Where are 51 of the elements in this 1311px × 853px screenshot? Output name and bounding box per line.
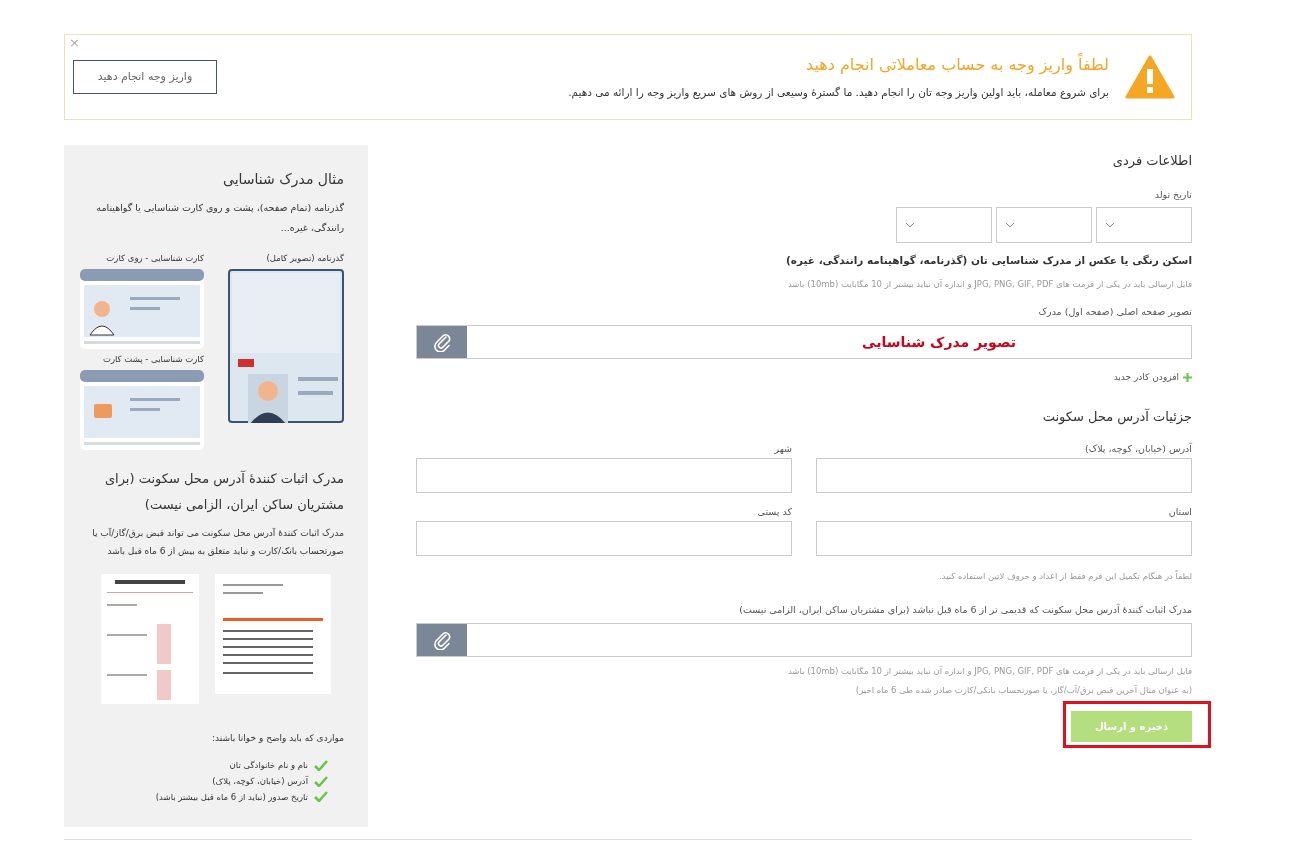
sidebar-text: مواردی که باید واضح و خوانا باشند: <box>211 731 344 745</box>
image-caption: کارت شناسایی - پشت کارت <box>101 352 204 366</box>
field-label: مدرک اثبات کنندۀ آدرس محل سکونت که قدیمی تر از 6 ماه قبل نباشد (برای مشتریان ساکن ایران، الزامی نیست) <box>738 602 1192 617</box>
file-upload-field[interactable]: تصویر مدرک شناسایی <box>416 325 1192 359</box>
chevron-down-icon <box>905 222 915 229</box>
field-label: کد پستی <box>756 505 792 519</box>
date-dropdown[interactable] <box>996 207 1092 244</box>
checklist-item: آدرس (خیابان، کوچه، پلاک) <box>212 774 308 788</box>
checkmark-icon <box>314 775 328 787</box>
sidebar-text: مدرک اثبات کنندۀ آدرس محل سکونت می تواند قبض برق/گاز/آب یا صورتحساب بانک/کارت و نباید متعلق به بیش از 6 ماه قبل باشد <box>91 526 344 558</box>
date-dropdown[interactable] <box>896 207 992 244</box>
hint-text: (به عنوان مثال آخرین قبض برق/آب/گاز، یا صورتحساب بانکی/کارت صادر شده طی 6 ماه اخیر) <box>854 683 1192 697</box>
file-upload-field[interactable] <box>416 623 1192 657</box>
text-input[interactable] <box>416 521 792 556</box>
sidebar-text: گذرنامه (تمام صفحه)، پشت و روی کارت شناسایی یا گواهینامه رانندگی، غیره... <box>95 201 344 235</box>
checkmark-icon <box>314 759 328 771</box>
attach-button[interactable] <box>417 326 467 358</box>
field-label: آدرس (خیابان، کوچه، پلاک) <box>1083 442 1192 456</box>
paperclip-icon <box>432 630 452 650</box>
chevron-down-icon <box>1105 222 1115 229</box>
text-input[interactable] <box>816 458 1192 493</box>
image-caption: کارت شناسایی - روی کارت <box>105 252 204 265</box>
date-dropdown[interactable] <box>1096 207 1192 244</box>
file-name-text: تصویر مدرک شناسایی <box>862 332 1016 353</box>
field-label: استان <box>1167 505 1192 519</box>
image-caption: گذرنامه (تصویر کامل) <box>265 252 344 265</box>
field-label: شهر <box>773 442 792 456</box>
section-heading: جزئیات آدرس محل سکونت <box>1041 407 1192 426</box>
add-field-link[interactable]: افزودن کادر جدید <box>1113 371 1179 385</box>
hint-text: لطفاً در هنگام تکمیل این فرم فقط از اعداد و حروف لاتین استفاده کنید. <box>938 570 1192 583</box>
text-input[interactable] <box>816 521 1192 556</box>
field-label: اسکن رنگی یا عکس از مدرک شناسایی تان (گذرنامه، گواهینامه رانندگی، غیره) <box>785 253 1192 269</box>
attach-button[interactable] <box>417 624 467 656</box>
field-label: تاریخ تولد <box>1153 188 1192 202</box>
chevron-down-icon <box>1005 222 1015 229</box>
deposit-button[interactable]: واریز وجه انجام دهید <box>73 60 217 94</box>
banner-title: لطفاً واریز وجه به حساب معاملاتی انجام دهید <box>805 53 1109 77</box>
paperclip-icon <box>432 332 452 352</box>
text-input[interactable] <box>416 458 792 493</box>
banner-message: برای شروع معامله، باید اولین واریز وجه تان را انجام دهید. ما گسترۀ وسیعی از روش های سریع واریز وجه را ارائه می دهیم. <box>567 85 1109 101</box>
field-label: تصویر صفحه اصلی (صفحه اول) مدرک <box>1037 304 1192 319</box>
checklist-item: تاریخ صدور (نباید از 6 ماه قبل بیشتر باشد) <box>155 790 308 804</box>
checklist-item: نام و نام خانوادگی تان <box>229 759 308 772</box>
warning-icon <box>1125 55 1175 99</box>
hint-text: فایل ارسالی باید در یکی از فرمت های JPG, PNG, GIF, PDF و اندازه آن نباید بیشتر از 10 مگابایت (10mb) باشد <box>786 665 1192 678</box>
sidebar-heading: مثال مدرک شناسایی <box>222 170 344 190</box>
plus-icon <box>1183 373 1192 383</box>
section-heading: اطلاعات فردی <box>1111 152 1192 171</box>
sidebar-heading: مدرک اثبات کنندۀ آدرس محل سکونت (برای مشتریان ساکن ایران، الزامی نیست) <box>103 469 344 515</box>
hint-text: فایل ارسالی باید در یکی از فرمت های JPG, PNG, GIF, PDF و اندازه آن نباید بیشتر از 10 مگابایت (10mb) باشد <box>786 278 1192 291</box>
checkmark-icon <box>314 791 328 803</box>
